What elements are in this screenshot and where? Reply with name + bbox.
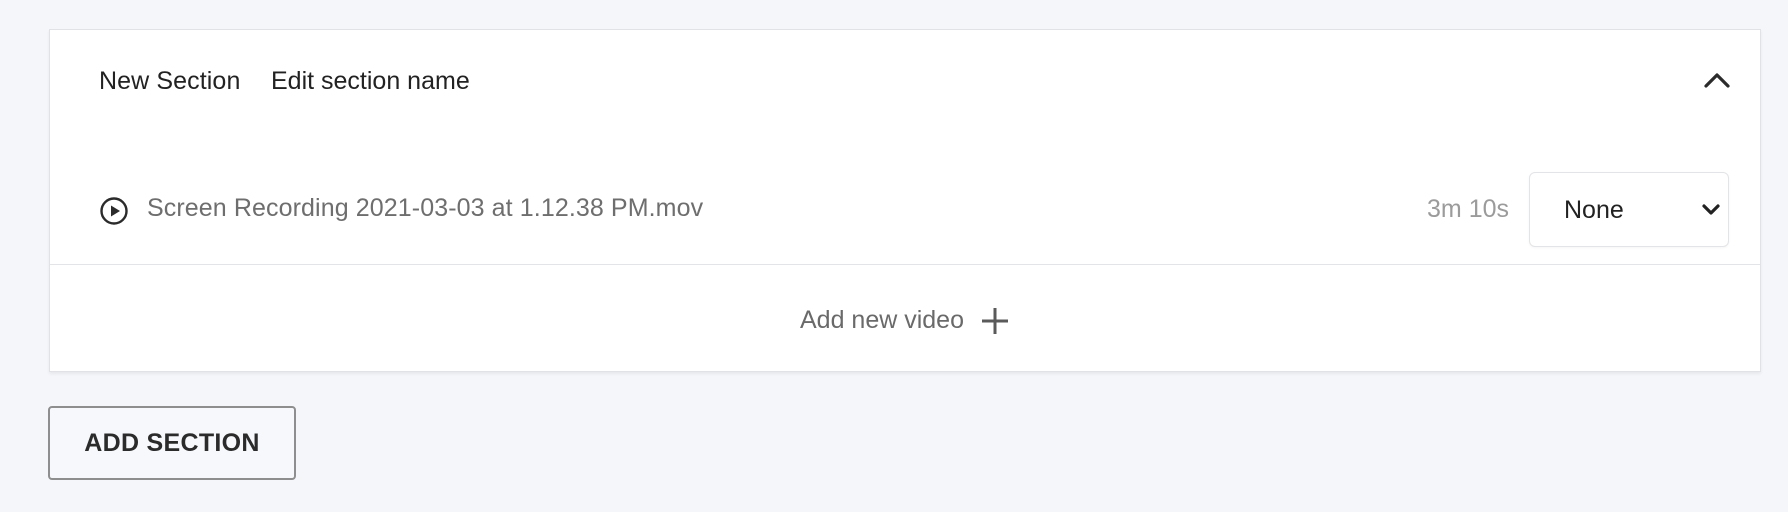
chevron-up-icon [1704, 73, 1730, 88]
edit-section-name-button[interactable]: Edit section name [271, 67, 470, 96]
chevron-down-icon [1702, 204, 1720, 215]
add-new-video-label: Add new video [799, 305, 964, 334]
visibility-select[interactable]: None [1529, 172, 1729, 247]
add-new-video-button[interactable]: Add new video [50, 266, 1760, 372]
video-duration: 3m 10s [1427, 195, 1509, 223]
section-header: New Section Edit section name [50, 30, 1760, 130]
plus-icon [982, 308, 1008, 334]
section-title: New Section [99, 67, 241, 95]
video-row: Screen Recording 2021-03-03 at 1.12.38 P… [50, 142, 1760, 265]
play-circle-icon[interactable] [99, 196, 129, 226]
visibility-select-value: None [1564, 196, 1624, 224]
section-card: New Section Edit section name Screen Rec… [49, 29, 1761, 372]
video-name: Screen Recording 2021-03-03 at 1.12.38 P… [147, 194, 704, 222]
collapse-section-button[interactable] [1692, 58, 1742, 102]
add-section-button[interactable]: ADD SECTION [48, 406, 296, 480]
